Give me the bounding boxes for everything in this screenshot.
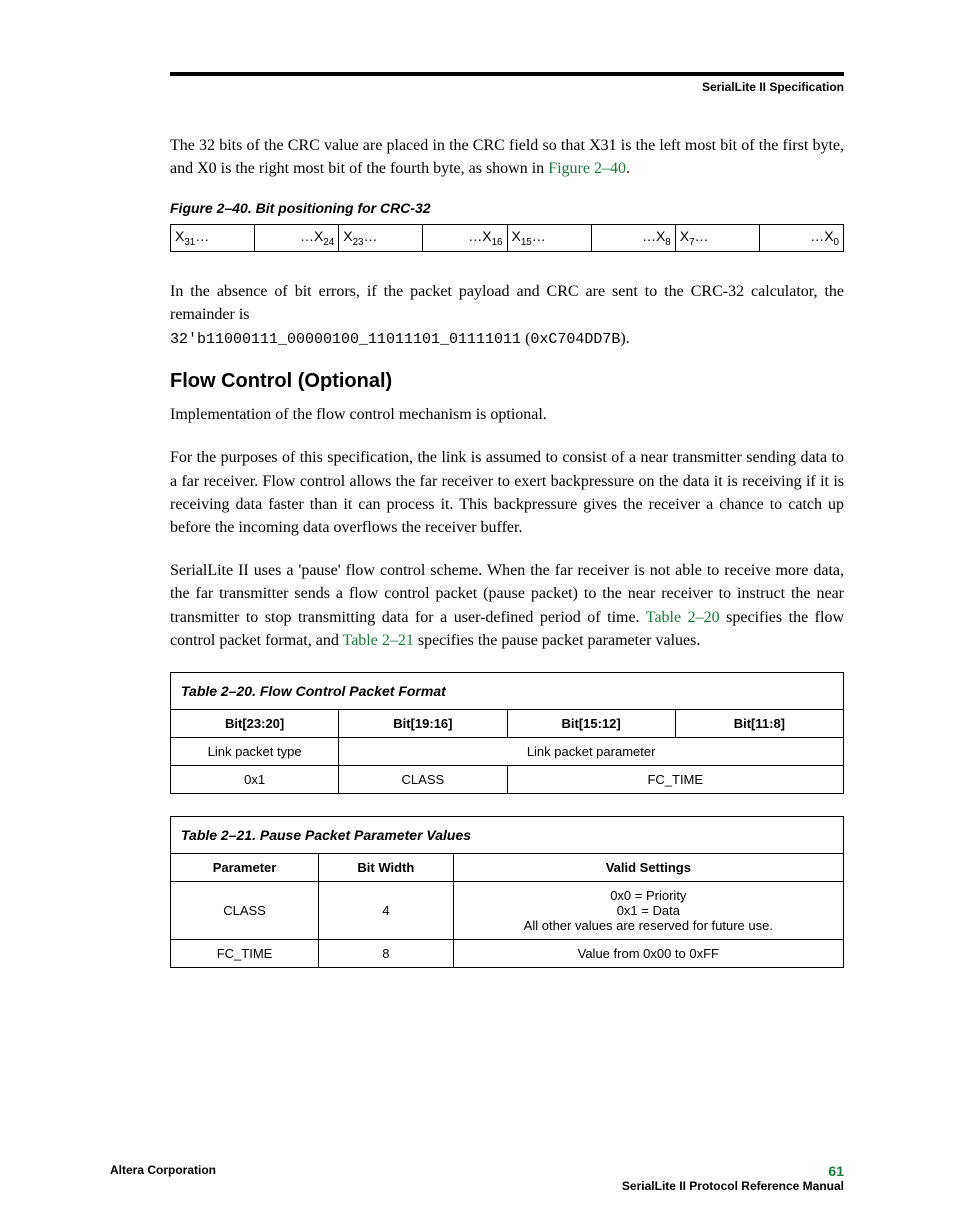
- crc-paren-a: (: [521, 330, 530, 347]
- setting-line: All other values are reserved for future…: [524, 918, 773, 933]
- col-header: Bit[11:8]: [675, 709, 843, 737]
- page-footer: Altera Corporation 61 SerialLite II Prot…: [110, 1163, 844, 1193]
- crc-binary: 32'b11000111_00000100_11011101_01111011: [170, 331, 521, 348]
- intro-text-a: The 32 bits of the CRC value are placed …: [170, 137, 844, 177]
- bit-cell: …X8: [591, 225, 675, 252]
- page-number: 61: [828, 1163, 844, 1179]
- bit-sub: 24: [323, 237, 334, 248]
- bit-label: …X: [810, 228, 833, 244]
- table-title: Table 2–20. Flow Control Packet Format: [171, 672, 844, 709]
- crc-paren-b: ).: [620, 330, 629, 347]
- bit-ellipsis: …: [364, 228, 378, 244]
- bit-label: X: [343, 228, 352, 244]
- bit-cell: X15…: [507, 225, 591, 252]
- bit-ellipsis: …: [532, 228, 546, 244]
- header-rule: [170, 72, 844, 76]
- crc-hex: 0xC704DD7B: [530, 331, 620, 348]
- cell-fctime: FC_TIME: [507, 765, 844, 793]
- cell-valid-settings: 0x0 = Priority 0x1 = Data All other valu…: [453, 881, 843, 939]
- bit-sub: 31: [184, 237, 195, 248]
- bit-cell: …X24: [255, 225, 339, 252]
- intro-text-b: .: [626, 160, 630, 177]
- bit-cell: X31…: [171, 225, 255, 252]
- table-row: Bit[23:20] Bit[19:16] Bit[15:12] Bit[11:…: [171, 709, 844, 737]
- bit-sub: 23: [353, 237, 364, 248]
- table-ref-220[interactable]: Table 2–20: [646, 609, 720, 626]
- col-header: Bit Width: [319, 853, 454, 881]
- cell-class: CLASS: [171, 881, 319, 939]
- table-row: FC_TIME 8 Value from 0x00 to 0xFF: [171, 939, 844, 967]
- manual-title: SerialLite II Protocol Reference Manual: [622, 1179, 844, 1193]
- footer-left: Altera Corporation: [110, 1163, 216, 1193]
- flow-p3-c: specifies the pause packet parameter val…: [414, 632, 701, 649]
- bit-sub: 15: [521, 237, 532, 248]
- flow-p2: For the purposes of this specification, …: [170, 446, 844, 539]
- bit-sub: 16: [492, 237, 503, 248]
- col-header: Valid Settings: [453, 853, 843, 881]
- bit-label: X: [175, 228, 184, 244]
- bit-ellipsis: …: [695, 228, 709, 244]
- table-row: Table 2–20. Flow Control Packet Format: [171, 672, 844, 709]
- table-row: Parameter Bit Width Valid Settings: [171, 853, 844, 881]
- flow-p1: Implementation of the flow control mecha…: [170, 403, 844, 426]
- setting-line: 0x1 = Data: [617, 903, 680, 918]
- bit-label: …X: [300, 228, 323, 244]
- footer-right: 61 SerialLite II Protocol Reference Manu…: [622, 1163, 844, 1193]
- figure-caption: Figure 2–40. Bit positioning for CRC-32: [170, 200, 844, 216]
- cell-fctime: FC_TIME: [171, 939, 319, 967]
- fig-ref[interactable]: Figure 2–40: [548, 160, 626, 177]
- bit-label: X: [680, 228, 689, 244]
- crc-paragraph: In the absence of bit errors, if the pac…: [170, 280, 844, 350]
- cell-link-packet-param: Link packet parameter: [339, 737, 844, 765]
- cell-link-packet-type: Link packet type: [171, 737, 339, 765]
- bit-position-table: X31… …X24 X23… …X16 X15… …X8 X7… …X0: [170, 224, 844, 252]
- flow-p3: SerialLite II uses a 'pause' flow contro…: [170, 559, 844, 652]
- col-header: Bit[15:12]: [507, 709, 675, 737]
- table-row: CLASS 4 0x0 = Priority 0x1 = Data All ot…: [171, 881, 844, 939]
- bit-label: …X: [642, 228, 665, 244]
- bit-label: X: [512, 228, 521, 244]
- bit-sub: 0: [834, 237, 839, 248]
- cell-class: CLASS: [339, 765, 507, 793]
- cell-bitwidth: 8: [319, 939, 454, 967]
- bit-sub: 8: [665, 237, 670, 248]
- table-row: X31… …X24 X23… …X16 X15… …X8 X7… …X0: [171, 225, 844, 252]
- table-2-21: Table 2–21. Pause Packet Parameter Value…: [170, 816, 844, 968]
- bit-ellipsis: …: [195, 228, 209, 244]
- bit-label: …X: [468, 228, 491, 244]
- table-row: Link packet type Link packet parameter: [171, 737, 844, 765]
- col-header: Bit[19:16]: [339, 709, 507, 737]
- col-header: Bit[23:20]: [171, 709, 339, 737]
- table-2-20: Table 2–20. Flow Control Packet Format B…: [170, 672, 844, 794]
- table-ref-221[interactable]: Table 2–21: [343, 632, 414, 649]
- bit-cell: …X16: [423, 225, 507, 252]
- cell-0x1: 0x1: [171, 765, 339, 793]
- header-label: SerialLite II Specification: [170, 80, 844, 94]
- setting-line: 0x0 = Priority: [610, 888, 686, 903]
- col-header: Parameter: [171, 853, 319, 881]
- table-row: 0x1 CLASS FC_TIME: [171, 765, 844, 793]
- intro-paragraph: The 32 bits of the CRC value are placed …: [170, 134, 844, 180]
- table-row: Table 2–21. Pause Packet Parameter Value…: [171, 816, 844, 853]
- table-title: Table 2–21. Pause Packet Parameter Value…: [171, 816, 844, 853]
- crc-text: In the absence of bit errors, if the pac…: [170, 283, 844, 323]
- bit-cell: X7…: [675, 225, 759, 252]
- cell-valid-settings: Value from 0x00 to 0xFF: [453, 939, 843, 967]
- flow-control-heading: Flow Control (Optional): [170, 370, 844, 393]
- cell-bitwidth: 4: [319, 881, 454, 939]
- bit-cell: X23…: [339, 225, 423, 252]
- bit-cell: …X0: [759, 225, 843, 252]
